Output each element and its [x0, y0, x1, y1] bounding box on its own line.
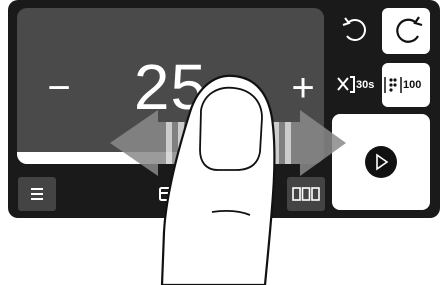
finger-swipe-icon: [110, 74, 346, 285]
